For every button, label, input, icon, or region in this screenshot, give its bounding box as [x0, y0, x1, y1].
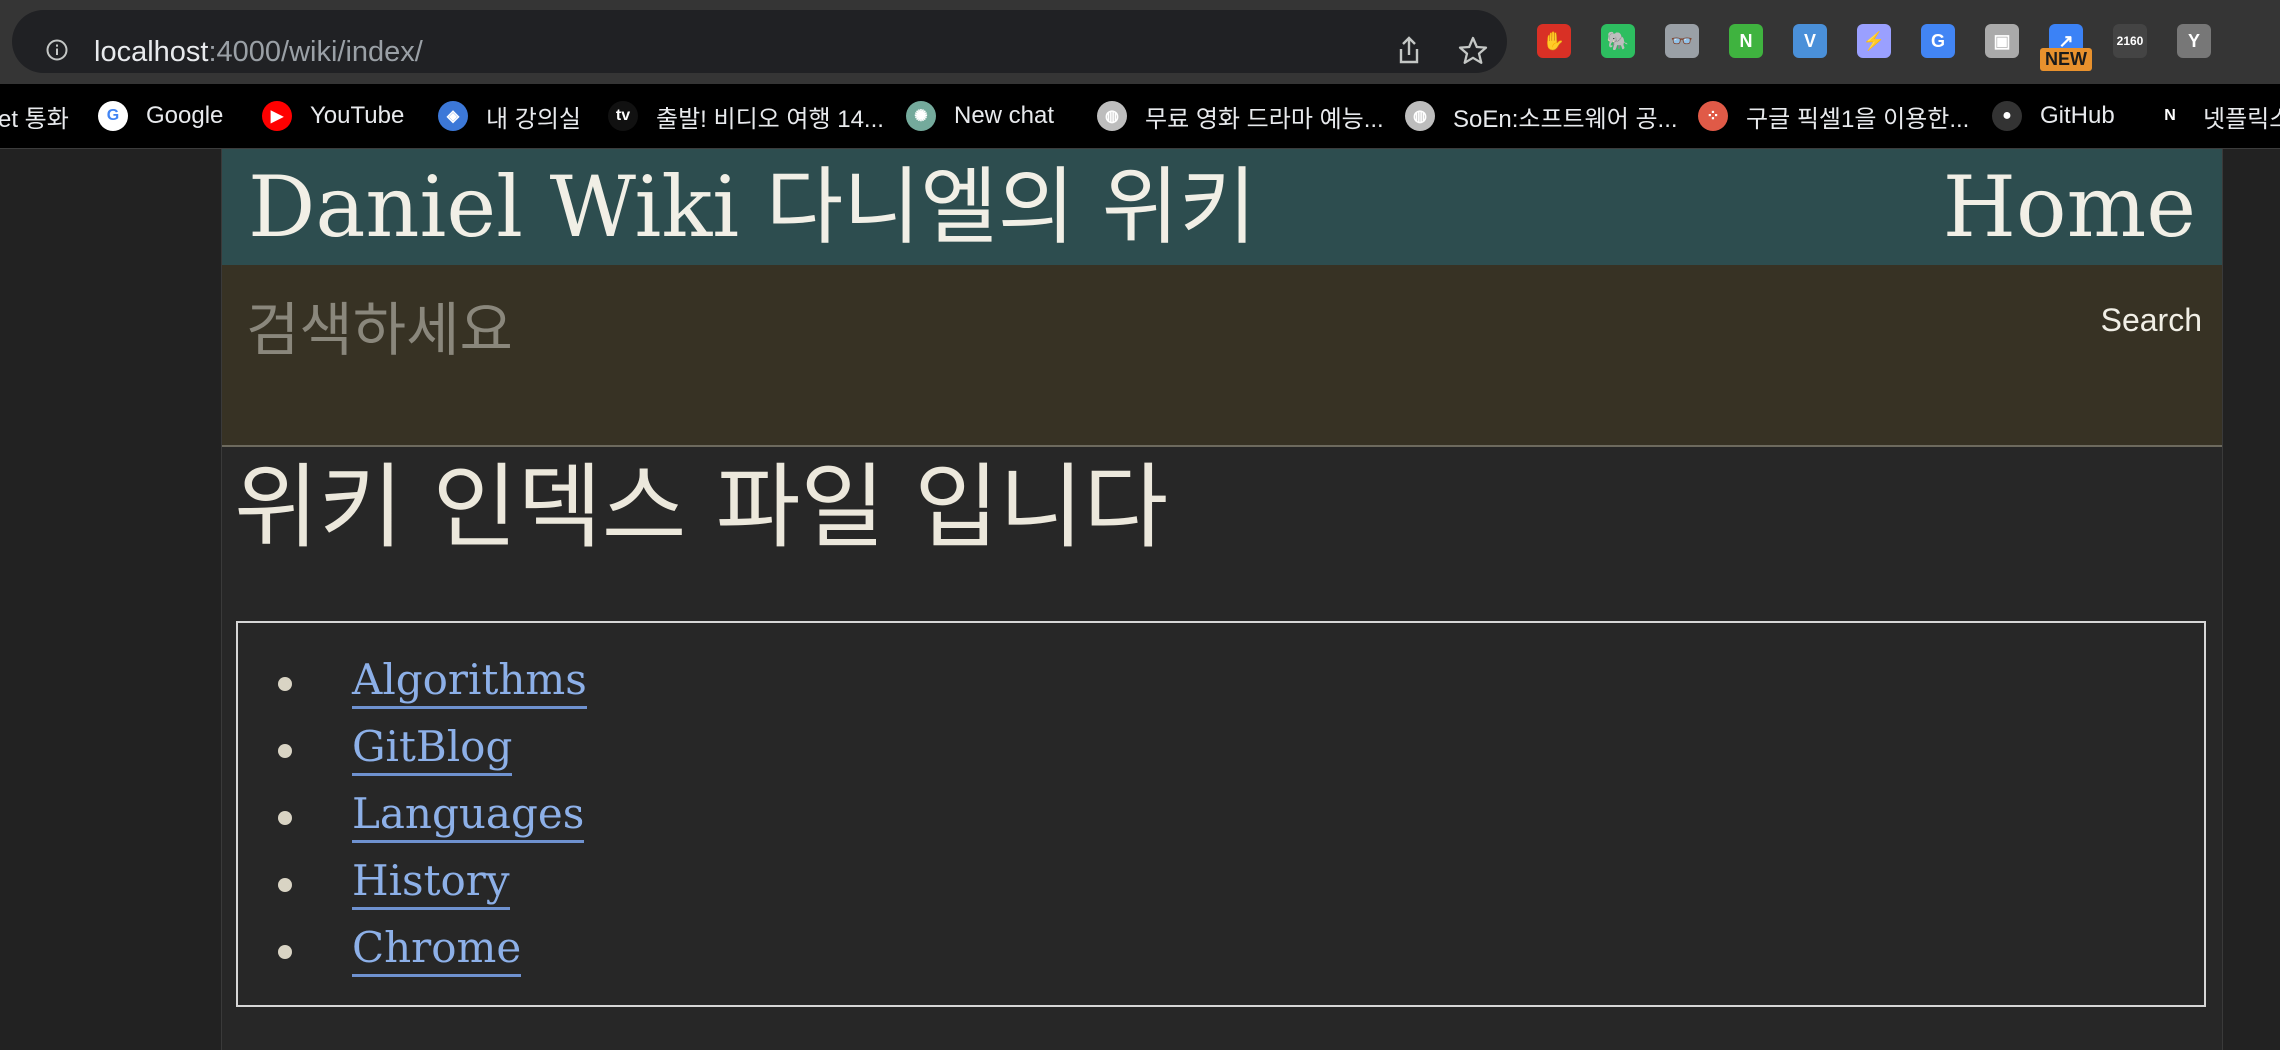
- page-viewport: Daniel Wiki 다니엘의 위키 Home Search 위키 인덱스 파…: [0, 149, 2280, 1050]
- google-icon: G: [98, 101, 128, 131]
- link-algorithms[interactable]: Algorithms: [352, 655, 587, 709]
- index-list: Algorithms GitBlog Languages History Chr…: [278, 651, 587, 986]
- url-host: localhost: [94, 36, 209, 68]
- list-item: History: [278, 852, 587, 919]
- bookmark-item[interactable]: ◍ SoEn:소프트웨어 공...: [1405, 96, 1678, 136]
- capture-icon[interactable]: ▣: [1985, 24, 2019, 58]
- index-box: Algorithms GitBlog Languages History Chr…: [236, 621, 2206, 1007]
- bookmark-label: YouTube: [310, 102, 405, 129]
- address-bar[interactable]: localhost:4000/wiki/index/: [12, 10, 1507, 73]
- bookmark-item[interactable]: ▶ YouTube: [262, 96, 404, 136]
- bookmark-label: New chat: [954, 102, 1055, 129]
- search-button[interactable]: Search: [2095, 301, 2208, 340]
- url-path: :4000/wiki/index/: [208, 36, 423, 68]
- globe-icon-2: ◍: [1405, 101, 1435, 131]
- classroom-icon: ◈: [438, 101, 468, 131]
- browser-toolbar: localhost:4000/wiki/index/ ✋ 🐘 👓 N V ⚡ G ▣ ↗ 2160…: [0, 0, 2280, 84]
- list-item: Chrome: [278, 919, 587, 986]
- list-item: Algorithms: [278, 651, 587, 718]
- bookmark-item[interactable]: tv 출발! 비디오 여행 14...: [608, 96, 884, 136]
- vivaldi-icon[interactable]: V: [1793, 24, 1827, 58]
- link-gitblog[interactable]: GitBlog: [352, 722, 513, 776]
- bookmark-label: SoEn:소프트웨어 공...: [1453, 105, 1678, 133]
- bookmark-label: 구글 픽셀1을 이용한...: [1746, 105, 1970, 133]
- bookmark-item[interactable]: ◈ 내 강의실: [438, 96, 581, 136]
- bookmark-label: 내 강의실: [486, 105, 581, 133]
- adblock-icon[interactable]: ✋: [1537, 24, 1571, 58]
- link-languages[interactable]: Languages: [352, 789, 585, 843]
- bullet-icon: [278, 677, 292, 691]
- link-history[interactable]: History: [352, 856, 510, 910]
- y-icon[interactable]: Y: [2177, 24, 2211, 58]
- bookmark-item[interactable]: ⁘ 구글 픽셀1을 이용한...: [1698, 96, 1969, 136]
- share-icon[interactable]: [1392, 34, 1426, 68]
- new-badge: NEW: [2040, 48, 2092, 71]
- globe-icon: ◍: [1097, 101, 1127, 131]
- naver-icon[interactable]: N: [1729, 24, 1763, 58]
- list-item: GitBlog: [278, 718, 587, 785]
- readers-icon[interactable]: 👓: [1665, 24, 1699, 58]
- bookmarks-bar: et 통화 G Google ▶ YouTube ◈ 내 강의실 tv 출발! 비디오 여행 1…: [0, 84, 2280, 149]
- evernote-icon[interactable]: 🐘: [1601, 24, 1635, 58]
- bullet-icon: [278, 878, 292, 892]
- url-text[interactable]: localhost:4000/wiki/index/: [94, 32, 423, 72]
- search-bar: Search: [222, 265, 2222, 447]
- counter-icon[interactable]: 2160: [2113, 24, 2147, 58]
- link-chrome[interactable]: Chrome: [352, 923, 522, 977]
- list-item: Languages: [278, 785, 587, 852]
- bullet-icon: [278, 945, 292, 959]
- bookmark-label: 넷플릭스: [2203, 105, 2280, 133]
- bookmark-label: Google: [146, 102, 224, 129]
- bookmark-item[interactable]: ● GitHub: [1992, 96, 2115, 136]
- content-wrapper: Daniel Wiki 다니엘의 위키 Home Search 위키 인덱스 파…: [221, 149, 2223, 1050]
- dots-icon: ⁘: [1698, 101, 1728, 131]
- bookmark-label: et 통화: [0, 105, 69, 133]
- feather-icon[interactable]: ⚡: [1857, 24, 1891, 58]
- bookmark-label: 무료 영화 드라마 예능...: [1145, 105, 1384, 133]
- translate-icon[interactable]: G: [1921, 24, 1955, 58]
- site-title[interactable]: Daniel Wiki 다니엘의 위키: [248, 157, 1256, 257]
- search-input[interactable]: [238, 285, 1754, 375]
- youtube-icon: ▶: [262, 101, 292, 131]
- bookmark-item[interactable]: N 넷플릭스: [2155, 96, 2280, 136]
- bookmark-label: 출발! 비디오 여행 14...: [656, 105, 884, 133]
- bookmark-item[interactable]: ◍ 무료 영화 드라마 예능...: [1097, 96, 1384, 136]
- bookmark-label: GitHub: [2040, 102, 2115, 129]
- bullet-icon: [278, 744, 292, 758]
- bookmark-item[interactable]: et 통화: [0, 96, 69, 136]
- info-icon[interactable]: [46, 39, 68, 61]
- site-header: Daniel Wiki 다니엘의 위키 Home: [222, 149, 2222, 265]
- bullet-icon: [278, 811, 292, 825]
- bookmark-star-icon[interactable]: [1456, 34, 1490, 68]
- page-title: 위키 인덱스 파일 입니다: [234, 454, 1169, 561]
- chatgpt-icon: ✺: [906, 101, 936, 131]
- home-link[interactable]: Home: [1943, 157, 2196, 257]
- netflix-icon: N: [2155, 101, 2185, 131]
- github-icon: ●: [1992, 101, 2022, 131]
- tv-icon: tv: [608, 101, 638, 131]
- bookmark-item[interactable]: ✺ New chat: [906, 96, 1054, 136]
- bookmark-item[interactable]: G Google: [98, 96, 223, 136]
